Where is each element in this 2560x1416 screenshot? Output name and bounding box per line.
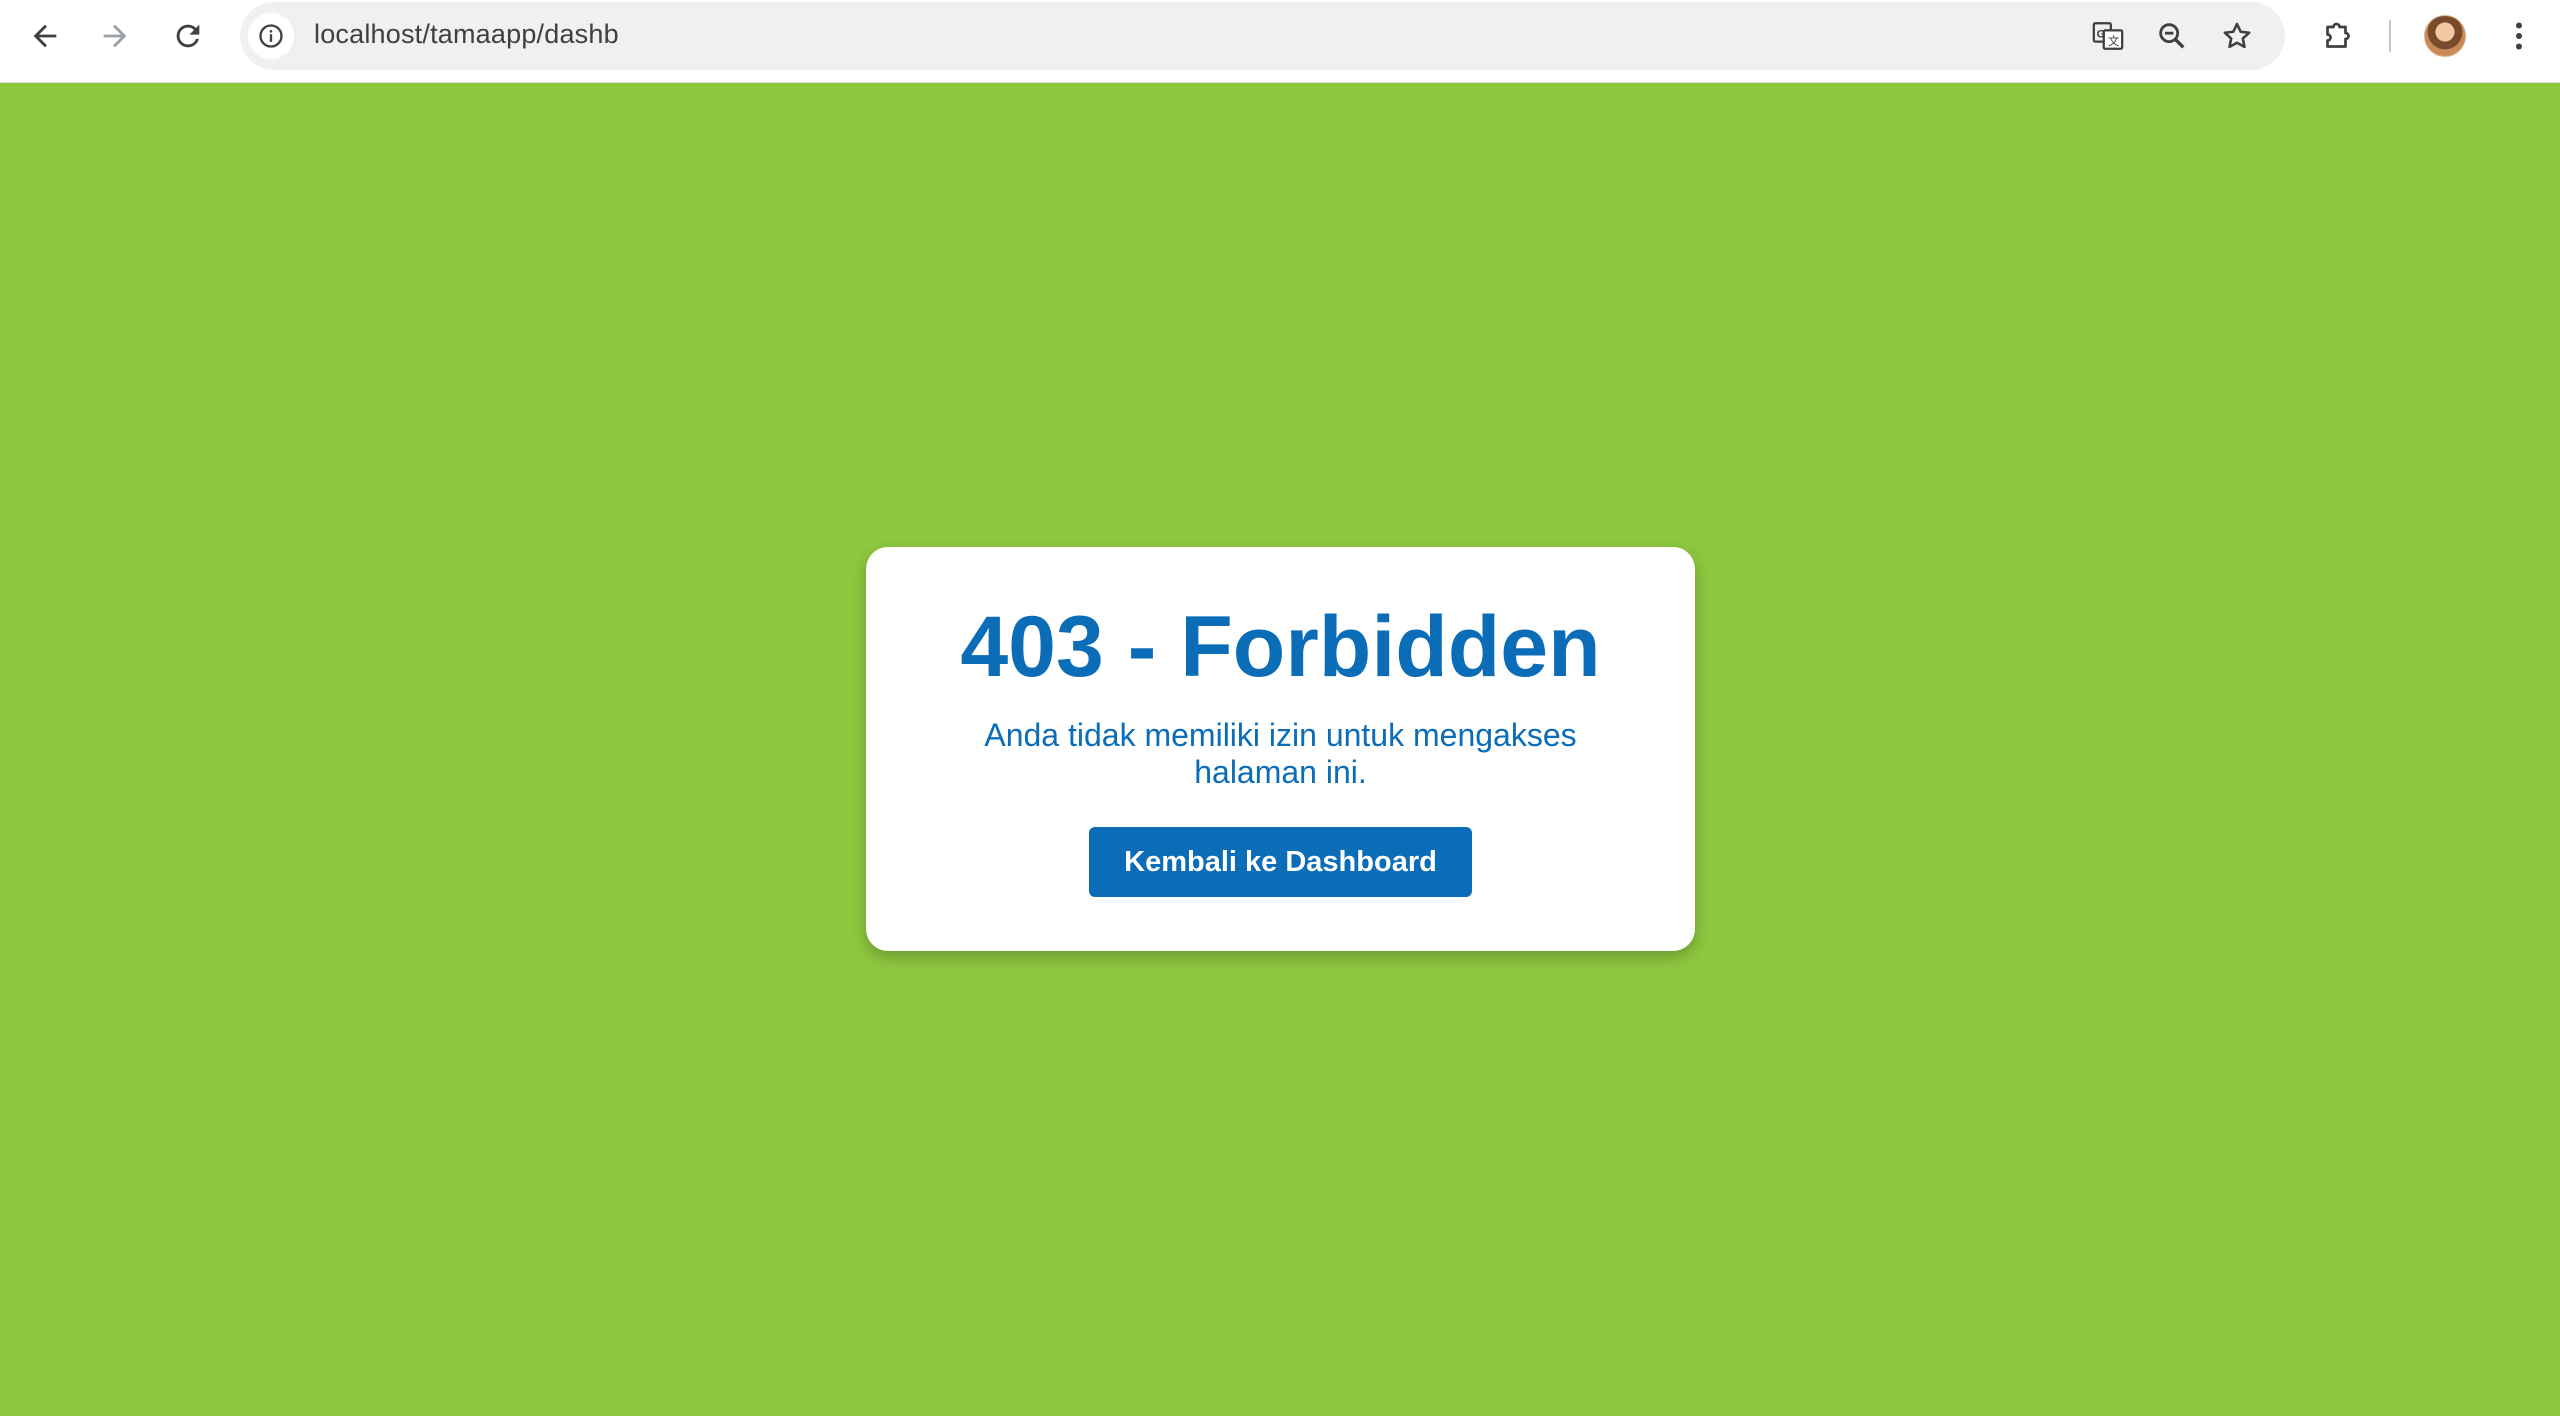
site-info-button[interactable] xyxy=(248,13,294,59)
translate-icon: G文 xyxy=(2092,22,2124,50)
error-card: 403 - Forbidden Anda tidak memiliki izin… xyxy=(866,547,1695,951)
info-icon xyxy=(259,24,283,48)
zoom-button[interactable] xyxy=(2152,16,2192,56)
reload-button[interactable] xyxy=(163,11,213,61)
back-to-dashboard-button[interactable]: Kembali ke Dashboard xyxy=(1089,827,1472,897)
forward-button[interactable] xyxy=(90,11,140,61)
error-message: Anda tidak memiliki izin untuk mengakses… xyxy=(984,717,1577,790)
puzzle-icon xyxy=(2326,22,2350,48)
toolbar-divider xyxy=(2389,20,2391,52)
bookmark-button[interactable] xyxy=(2217,16,2257,56)
svg-text:G: G xyxy=(2097,28,2106,40)
address-bar[interactable]: localhost/tamaapp/dashb G文 xyxy=(240,2,2285,70)
svg-text:文: 文 xyxy=(2108,34,2119,48)
kebab-menu-icon xyxy=(2516,22,2522,50)
translate-button[interactable]: G文 xyxy=(2088,16,2128,56)
forward-arrow-icon xyxy=(103,24,127,48)
reload-icon xyxy=(176,24,200,48)
page-title: 403 - Forbidden xyxy=(960,599,1601,695)
page-content: 403 - Forbidden Anda tidak memiliki izin… xyxy=(0,84,2560,1416)
avatar[interactable] xyxy=(2424,15,2466,57)
browser-menu-button[interactable] xyxy=(2497,14,2541,58)
back-button[interactable] xyxy=(20,11,70,61)
browser-toolbar: localhost/tamaapp/dashb G文 xyxy=(0,0,2560,83)
star-icon xyxy=(2223,22,2251,49)
url-text[interactable]: localhost/tamaapp/dashb xyxy=(314,19,619,50)
back-arrow-icon xyxy=(33,24,57,48)
zoom-out-icon xyxy=(2159,23,2185,49)
extensions-button[interactable] xyxy=(2316,14,2360,58)
